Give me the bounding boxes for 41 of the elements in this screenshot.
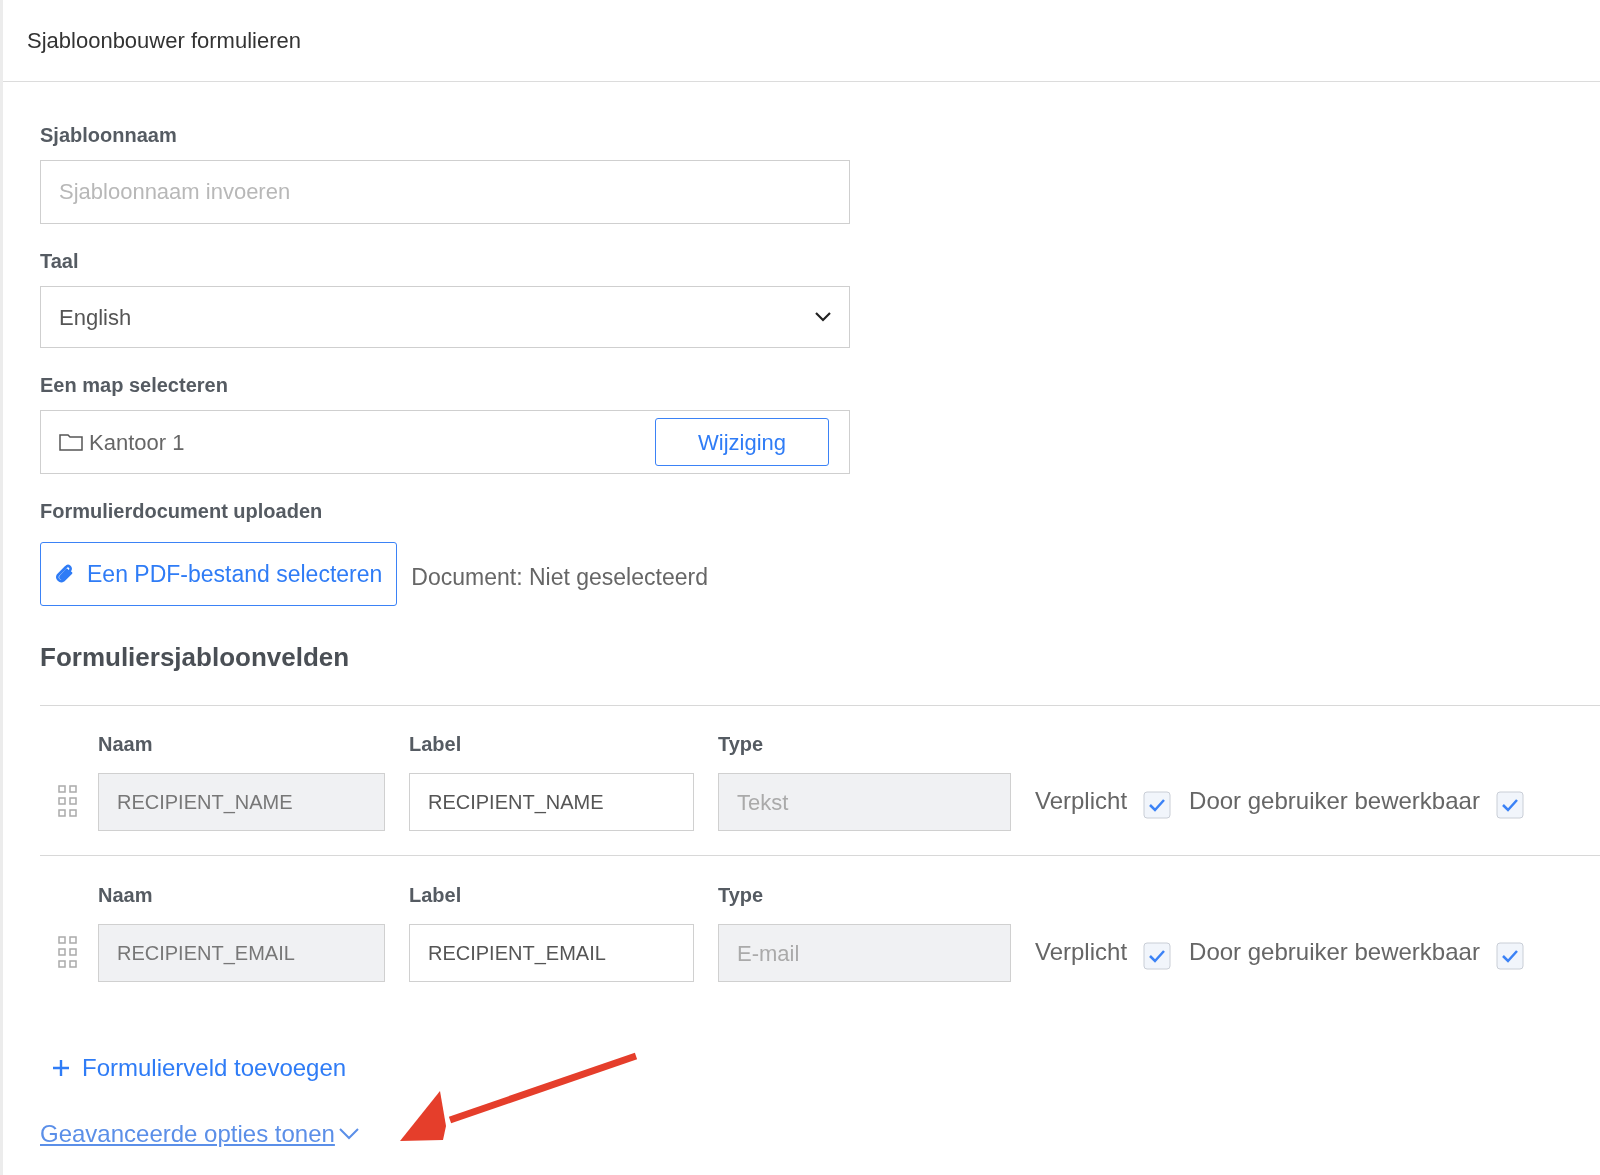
field-label: Naam [98, 732, 154, 757]
template-name-input[interactable]: Sjabloonnaam invoeren [40, 160, 850, 224]
type-select[interactable]: Tekst [718, 773, 1011, 831]
advanced-options-link[interactable]: Geavanceerde opties tonen [40, 1116, 359, 1152]
document-status: Document: Niet geselecteerd [411, 562, 708, 592]
field-label: Type [718, 732, 765, 757]
field-label: Type [718, 883, 765, 908]
chevron-down-icon [338, 1128, 359, 1140]
editable-label: Door gebruiker bewerkbaar [1189, 937, 1480, 967]
editable-checkbox[interactable] [1495, 942, 1524, 970]
chevron-down-icon [815, 312, 831, 322]
change-button[interactable]: Wijziging [655, 418, 829, 466]
field-label: Label [409, 883, 463, 908]
field-label: Sjabloonnaam [40, 123, 178, 148]
add-field-button[interactable]: Formulierveld toevoegen [52, 1050, 347, 1086]
label-input[interactable]: RECIPIENT_NAME [409, 773, 694, 831]
language-select[interactable]: English [40, 286, 850, 348]
label-input[interactable]: RECIPIENT_EMAIL [409, 924, 694, 982]
field-label: Formulierdocument uploaden [40, 499, 324, 524]
required-checkbox[interactable] [1143, 791, 1172, 819]
field-label: Naam [98, 883, 154, 908]
drag-handle-icon[interactable] [58, 936, 78, 968]
required-checkbox[interactable] [1143, 942, 1172, 970]
name-input[interactable]: RECIPIENT_EMAIL [98, 924, 385, 982]
name-input[interactable]: RECIPIENT_NAME [98, 773, 385, 831]
paperclip-icon [55, 563, 75, 585]
field-label: Taal [40, 249, 80, 274]
select-pdf-button[interactable]: Een PDF-bestand selecteren [40, 542, 398, 606]
required-label: Verplicht [1035, 937, 1128, 967]
drag-handle-icon[interactable] [58, 785, 78, 817]
field-label: Een map selecteren [40, 373, 229, 398]
required-label: Verplicht [1035, 786, 1128, 816]
folder-icon [59, 433, 83, 451]
section-title: Formuliersjabloonvelden [40, 641, 351, 674]
type-select[interactable]: E-mail [718, 924, 1011, 982]
field-label: Label [409, 732, 463, 757]
editable-label: Door gebruiker bewerkbaar [1189, 786, 1480, 816]
folder-name: Kantoor 1 [89, 428, 185, 457]
page-title: Sjabloonbouwer formulieren [27, 27, 301, 55]
plus-icon [52, 1059, 70, 1077]
editable-checkbox[interactable] [1495, 791, 1524, 819]
